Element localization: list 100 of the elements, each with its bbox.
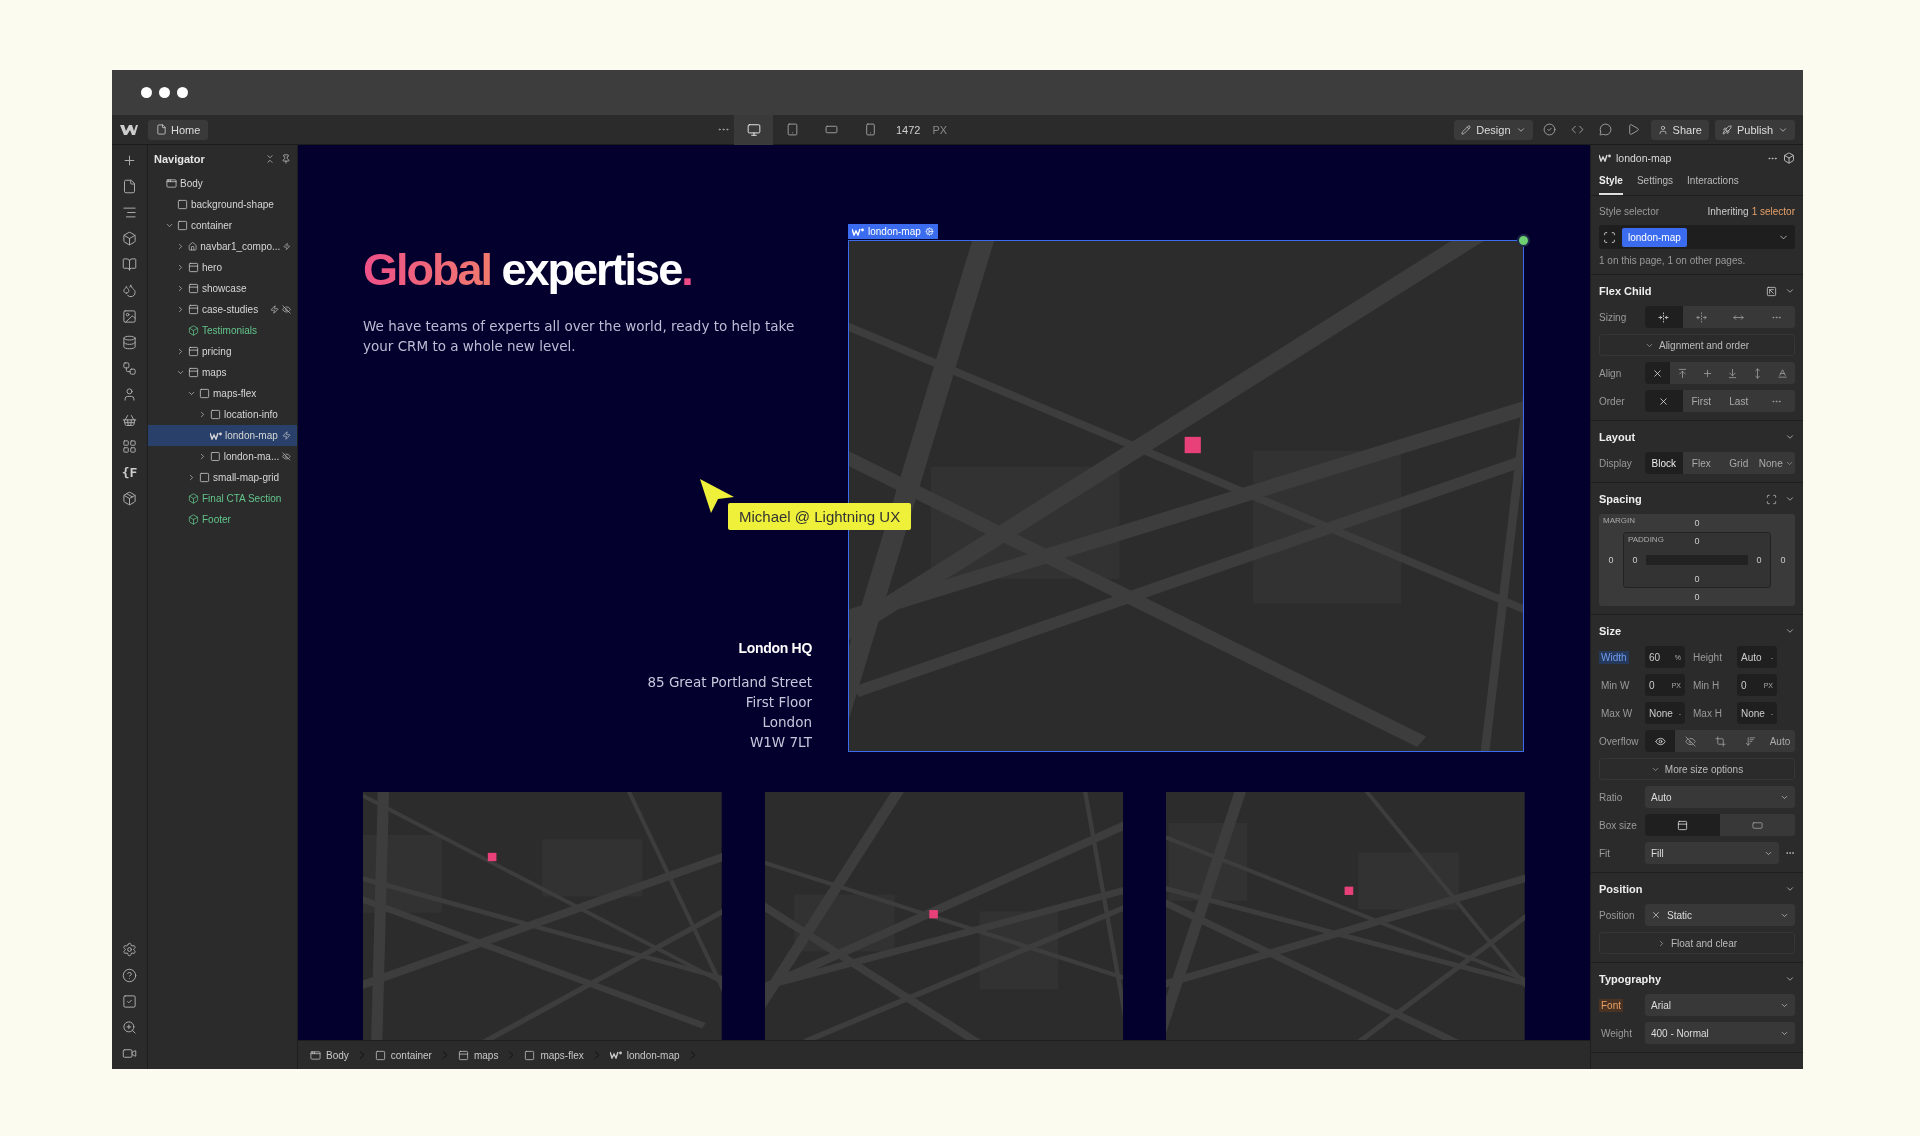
segment-option[interactable] [1645,730,1675,752]
page-button[interactable]: Home [148,119,209,140]
breadcrumb-item[interactable]: container [370,1049,436,1061]
segment-option[interactable]: First [1682,390,1720,412]
margin-value[interactable]: 0 [1694,518,1700,528]
navigator-item[interactable]: Footer [148,509,297,530]
chevron-icon[interactable] [1785,432,1795,442]
checkbox-icon[interactable] [122,994,137,1009]
collapse-icon[interactable] [265,154,275,164]
navigator-item[interactable]: showcase [148,278,297,299]
chevron-icon[interactable] [1785,884,1795,894]
caret-icon[interactable] [176,305,185,314]
segment-option[interactable] [1645,306,1683,328]
navigator-item[interactable]: maps-flex [148,383,297,404]
panel-tab[interactable]: Interactions [1687,171,1739,195]
workflow-icon[interactable] [122,361,137,376]
fit-dropdown[interactable]: Fill [1645,842,1779,864]
font-dropdown[interactable]: Arial [1645,994,1795,1016]
user-icon[interactable] [122,387,137,402]
position-dropdown[interactable]: Static [1645,904,1795,926]
logo-icon[interactable] [120,123,138,136]
chevron-icon[interactable] [1785,286,1795,296]
navigator-item[interactable]: london-ma... [148,446,297,467]
drops-icon[interactable] [122,283,137,298]
caret-icon[interactable] [198,410,207,419]
navigator-item[interactable]: small-map-grid [148,467,297,488]
window-dot[interactable] [141,87,152,98]
element-label[interactable]: london-map [848,224,938,239]
basket-icon[interactable] [122,413,137,428]
breadcrumb-item[interactable]: Body [306,1049,353,1061]
help-icon[interactable] [122,968,137,983]
expand-toggle[interactable]: Alignment and order [1599,334,1795,356]
breadcrumb-item[interactable]: london-map [605,1049,684,1061]
caret-icon[interactable] [165,221,174,230]
navigator-item[interactable]: pricing [148,341,297,362]
caret-icon[interactable] [176,263,185,272]
chevron-icon[interactable] [1785,626,1795,636]
segment-option[interactable]: Last [1720,390,1758,412]
app-button[interactable]: {F [121,465,138,480]
chevron-icon[interactable] [1785,974,1795,984]
breadcrumb-item[interactable]: maps-flex [520,1049,588,1061]
margin-value[interactable]: 0 [1694,592,1700,602]
resize-handle[interactable] [1517,234,1530,247]
caret-icon[interactable] [176,347,185,356]
segment-option[interactable]: Auto [1765,730,1795,752]
search-icon[interactable] [122,1020,137,1035]
segment-option[interactable]: Block [1645,452,1683,474]
expand-toggle[interactable]: Float and clear [1599,932,1795,954]
database-icon[interactable] [122,335,137,350]
navigator-item[interactable]: london-map [148,425,297,446]
breadcrumb-item[interactable]: maps [453,1049,503,1061]
pin-icon[interactable] [281,154,291,164]
mode-dropdown[interactable]: Design [1454,119,1533,140]
selector-link[interactable]: 1 selector [1751,205,1795,217]
video-icon[interactable] [122,1046,137,1061]
padding-value[interactable]: 0 [1632,555,1638,565]
package-icon[interactable] [122,491,137,506]
navigator-item[interactable]: Body [148,173,297,194]
caret-icon[interactable] [198,452,207,461]
margin-value[interactable]: 0 [1780,555,1786,565]
add-icon[interactable] [122,153,137,168]
caret-icon[interactable] [176,368,185,377]
navigator-item[interactable]: container [148,215,297,236]
chevron-icon[interactable] [1785,494,1795,504]
expand-toggle[interactable]: More size options [1599,758,1795,780]
font-dropdown[interactable]: 400 - Normal [1645,1022,1795,1044]
navigator-item[interactable]: background-shape [148,194,297,215]
segment-option[interactable]: Grid [1720,452,1758,474]
ratio-dropdown[interactable]: Auto [1645,786,1795,808]
caret-icon[interactable] [176,284,185,293]
padding-value[interactable]: 0 [1694,536,1700,546]
image-icon[interactable] [122,309,137,324]
navigator-item[interactable]: navbar1_compo... [148,236,297,257]
navigator-item[interactable]: case-studies [148,299,297,320]
navigator-item[interactable]: maps [148,362,297,383]
apps-icon[interactable] [122,439,137,454]
caret-icon[interactable] [187,473,196,482]
caret-icon[interactable] [176,242,185,251]
breakpoint-button[interactable] [734,114,773,145]
cube-icon[interactable] [122,231,137,246]
panel-tab[interactable]: Settings [1636,171,1674,195]
selector-field[interactable]: london-map [1599,225,1795,249]
spacing-icon[interactable] [1766,493,1777,505]
caret-icon[interactable] [187,389,196,398]
navigator-item[interactable]: Testimonials [148,320,297,341]
window-dot[interactable] [177,87,188,98]
segment-option[interactable] [1645,362,1670,384]
cube-icon[interactable] [1783,152,1795,164]
page-icon[interactable] [122,179,137,194]
padding-value[interactable]: 0 [1694,574,1700,584]
padding-value[interactable]: 0 [1756,555,1762,565]
panel-tab[interactable]: Style [1599,171,1623,195]
publish-button[interactable]: Publish [1714,119,1795,140]
book-icon[interactable] [122,257,137,272]
segment-option[interactable]: Flex [1682,452,1720,474]
navigator-item[interactable]: hero [148,257,297,278]
settings-icon[interactable] [122,942,137,957]
window-dot[interactable] [159,87,170,98]
navigator-item[interactable]: Final CTA Section [148,488,297,509]
navigator-icon[interactable] [122,205,137,220]
